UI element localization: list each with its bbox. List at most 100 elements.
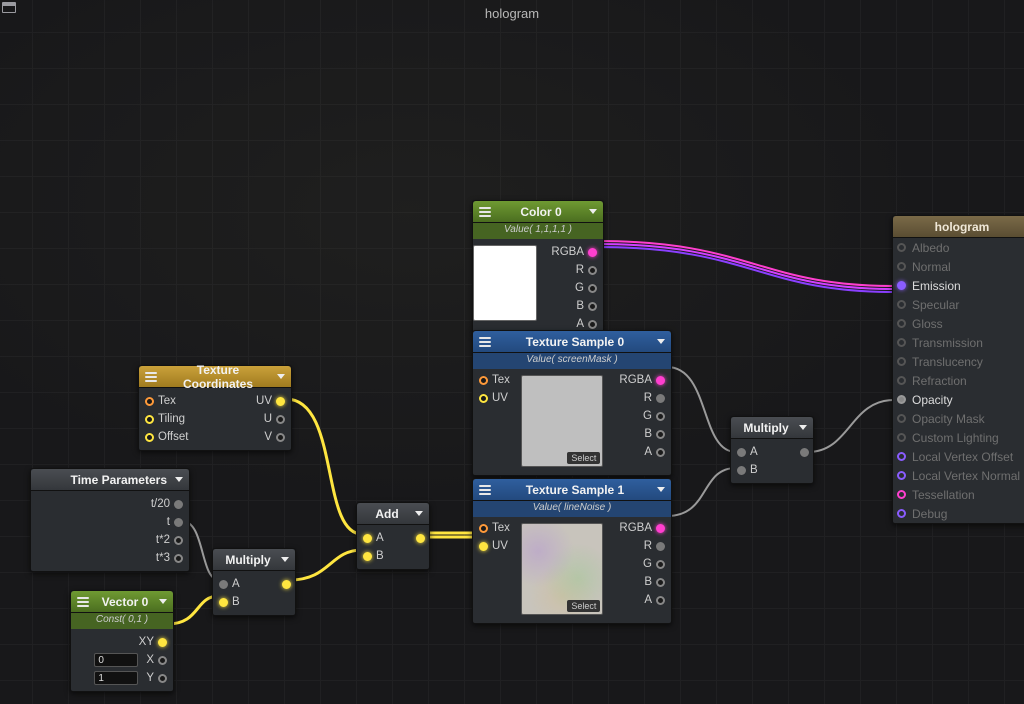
output-port-b[interactable] xyxy=(656,578,665,587)
hamburger-icon[interactable] xyxy=(77,597,89,607)
output-port-a[interactable] xyxy=(656,448,665,457)
pin-dot[interactable] xyxy=(897,395,906,404)
color-swatch[interactable] xyxy=(473,245,537,321)
output-port-rgba[interactable] xyxy=(588,248,597,257)
hamburger-icon[interactable] xyxy=(479,485,491,495)
input-port-b[interactable] xyxy=(363,552,372,561)
master-pin-debug[interactable]: Debug xyxy=(893,504,1024,523)
output-port-uv[interactable] xyxy=(276,397,285,406)
output-port-b[interactable] xyxy=(588,302,597,311)
node-vector-0[interactable]: Vector 0 Const( 0,1 ) XY 0X 1Y xyxy=(70,590,174,692)
texture-preview[interactable]: Select xyxy=(521,523,603,615)
master-pin-custom-lighting[interactable]: Custom Lighting xyxy=(893,428,1024,447)
pin-dot[interactable] xyxy=(897,338,906,347)
pin-dot[interactable] xyxy=(897,300,906,309)
pin-dot[interactable] xyxy=(897,433,906,442)
y-value-input[interactable]: 1 xyxy=(94,671,138,685)
output-port[interactable] xyxy=(174,518,183,527)
input-port-b[interactable] xyxy=(219,598,228,607)
node-texture-sample-1[interactable]: Texture Sample 1 Value( lineNoise ) Tex … xyxy=(472,478,672,624)
output-port-rgba[interactable] xyxy=(656,524,665,533)
output-port[interactable] xyxy=(416,534,425,543)
input-port-uv[interactable] xyxy=(479,542,488,551)
master-pin-opacity-mask[interactable]: Opacity Mask xyxy=(893,409,1024,428)
hamburger-icon[interactable] xyxy=(479,207,491,217)
pin-dot[interactable] xyxy=(897,262,906,271)
input-port-a[interactable] xyxy=(737,448,746,457)
node-multiply-2[interactable]: Multiply A B xyxy=(730,416,814,484)
node-time-parameters[interactable]: Time Parameters t/20 t t*2 t*3 xyxy=(30,468,190,572)
chevron-down-icon[interactable] xyxy=(415,511,423,516)
select-button[interactable]: Select xyxy=(567,452,600,464)
output-port[interactable] xyxy=(174,536,183,545)
pin-dot[interactable] xyxy=(897,376,906,385)
pin-dot[interactable] xyxy=(897,357,906,366)
pin-dot[interactable] xyxy=(897,471,906,480)
output-port-u[interactable] xyxy=(276,415,285,424)
node-add[interactable]: Add A B xyxy=(356,502,430,570)
input-port-uv[interactable] xyxy=(479,394,488,403)
chevron-down-icon[interactable] xyxy=(159,599,167,604)
output-port-xy[interactable] xyxy=(158,638,167,647)
master-pin-gloss[interactable]: Gloss xyxy=(893,314,1024,333)
node-graph-canvas[interactable]: hologram Color 0 Value( 1,1,1,1 ) RGBA xyxy=(0,0,1024,704)
output-port-g[interactable] xyxy=(656,412,665,421)
pin-dot[interactable] xyxy=(897,281,906,290)
chevron-down-icon[interactable] xyxy=(277,374,285,379)
input-port-tex[interactable] xyxy=(479,376,488,385)
chevron-down-icon[interactable] xyxy=(589,209,597,214)
output-port[interactable] xyxy=(174,554,183,563)
chevron-down-icon[interactable] xyxy=(799,425,807,430)
node-texture-sample-0[interactable]: Texture Sample 0 Value( screenMask ) Tex… xyxy=(472,330,672,476)
output-port-v[interactable] xyxy=(276,433,285,442)
master-pin-refraction[interactable]: Refraction xyxy=(893,371,1024,390)
master-pin-normal[interactable]: Normal xyxy=(893,257,1024,276)
master-pin-emission[interactable]: Emission xyxy=(893,276,1024,295)
input-port-tiling[interactable] xyxy=(145,415,154,424)
output-port-a[interactable] xyxy=(588,320,597,329)
input-port-tex[interactable] xyxy=(479,524,488,533)
output-port-g[interactable] xyxy=(588,284,597,293)
output-port-a[interactable] xyxy=(656,596,665,605)
node-texture-coordinates[interactable]: Texture Coordinates Tex Tiling Offset UV… xyxy=(138,365,292,451)
output-port-r[interactable] xyxy=(656,542,665,551)
output-port-b[interactable] xyxy=(656,430,665,439)
chevron-down-icon[interactable] xyxy=(657,339,665,344)
node-multiply-1[interactable]: Multiply A B xyxy=(212,548,296,616)
hamburger-icon[interactable] xyxy=(145,372,157,382)
output-port[interactable] xyxy=(282,580,291,589)
chevron-down-icon[interactable] xyxy=(175,477,183,482)
pin-dot[interactable] xyxy=(897,414,906,423)
master-output-node[interactable]: hologram AlbedoNormalEmissionSpecularGlo… xyxy=(892,215,1024,524)
output-port-r[interactable] xyxy=(656,394,665,403)
output-port-r[interactable] xyxy=(588,266,597,275)
chevron-down-icon[interactable] xyxy=(281,557,289,562)
hamburger-icon[interactable] xyxy=(479,337,491,347)
input-port-tex[interactable] xyxy=(145,397,154,406)
x-value-input[interactable]: 0 xyxy=(94,653,138,667)
pin-dot[interactable] xyxy=(897,243,906,252)
pin-dot[interactable] xyxy=(897,319,906,328)
master-pin-specular[interactable]: Specular xyxy=(893,295,1024,314)
node-color-0[interactable]: Color 0 Value( 1,1,1,1 ) RGBA R G B A xyxy=(472,200,604,334)
master-pin-local-vertex-offset[interactable]: Local Vertex Offset xyxy=(893,447,1024,466)
output-port-rgba[interactable] xyxy=(656,376,665,385)
master-pin-transmission[interactable]: Transmission xyxy=(893,333,1024,352)
pin-dot[interactable] xyxy=(897,509,906,518)
output-port[interactable] xyxy=(800,448,809,457)
master-pin-albedo[interactable]: Albedo xyxy=(893,238,1024,257)
texture-preview[interactable]: Select xyxy=(521,375,603,467)
output-port[interactable] xyxy=(174,500,183,509)
output-port-y[interactable] xyxy=(158,674,167,683)
master-pin-translucency[interactable]: Translucency xyxy=(893,352,1024,371)
pin-dot[interactable] xyxy=(897,452,906,461)
output-port-g[interactable] xyxy=(656,560,665,569)
input-port-a[interactable] xyxy=(363,534,372,543)
master-pin-opacity[interactable]: Opacity xyxy=(893,390,1024,409)
chevron-down-icon[interactable] xyxy=(657,487,665,492)
output-port-x[interactable] xyxy=(158,656,167,665)
input-port-offset[interactable] xyxy=(145,433,154,442)
pin-dot[interactable] xyxy=(897,490,906,499)
input-port-b[interactable] xyxy=(737,466,746,475)
select-button[interactable]: Select xyxy=(567,600,600,612)
